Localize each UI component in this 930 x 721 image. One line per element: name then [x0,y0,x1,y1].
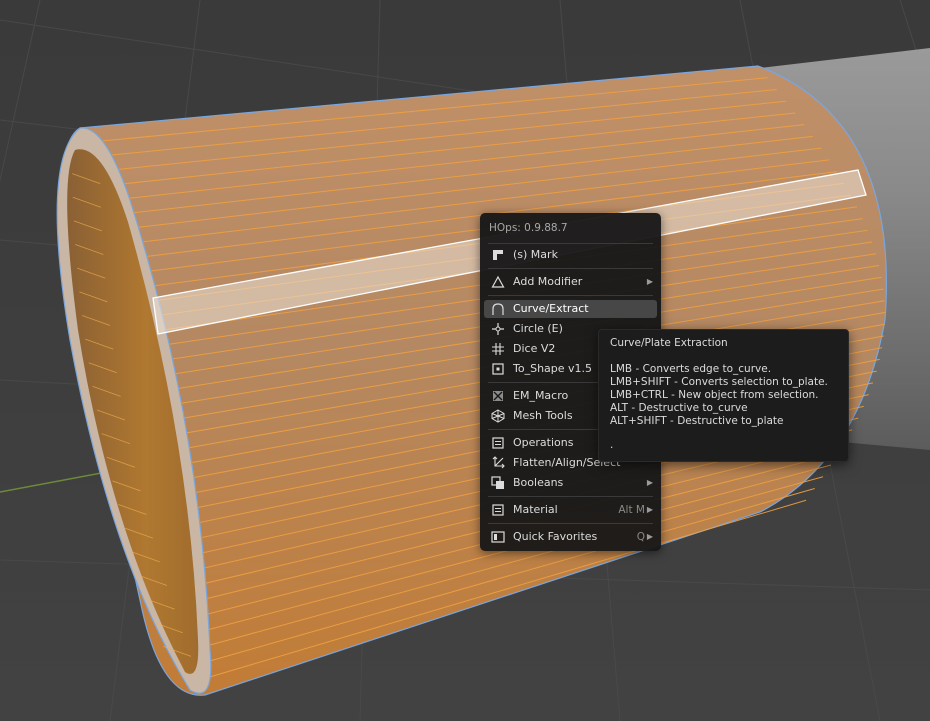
menu-item-label: Add Modifier [513,275,583,288]
operations-icon [491,436,505,450]
menu-item-material[interactable]: Material Alt M ▶ [484,501,657,519]
menu-item-curve-extract[interactable]: Curve/Extract [484,300,657,318]
submenu-arrow-icon: ▶ [646,532,653,541]
material-icon [491,503,505,517]
menu-separator [488,496,653,497]
menu-item-label: Operations [513,436,574,449]
menu-item-booleans[interactable]: Booleans ▶ [484,474,657,492]
tooltip-curve-plate-extraction: Curve/Plate Extraction LMB - Converts ed… [598,329,849,462]
menu-item-label: Circle (E) [513,322,563,335]
menu-item-quick-favorites[interactable]: Quick Favorites Q ▶ [484,528,657,546]
menu-item-label: Material [513,503,558,516]
favorites-icon [491,530,505,544]
menu-item-label: Quick Favorites [513,530,598,543]
menu-item-label: To_Shape v1.5 [513,362,593,375]
menu-item-label: (s) Mark [513,248,558,261]
to-shape-icon [491,362,505,376]
shortcut-hint: Alt M [618,504,645,516]
menu-separator [488,268,653,269]
circle-icon [491,322,505,336]
tooltip-footer: . [610,439,614,451]
menu-item-label: EM_Macro [513,389,569,402]
submenu-arrow-icon: ▶ [646,478,653,487]
menu-separator [488,243,653,244]
curve-icon [491,302,505,316]
mesh-tools-icon [491,409,505,423]
menu-item-add-modifier[interactable]: Add Modifier ▶ [484,273,657,291]
booleans-icon [491,476,505,490]
flatten-icon [491,456,505,470]
menu-item-label: Dice V2 [513,342,556,355]
tooltip-line: LMB+SHIFT - Converts selection to_plate. [610,376,828,388]
dice-grid-icon [491,342,505,356]
mark-icon [491,248,505,262]
menu-separator [488,523,653,524]
menu-separator [488,295,653,296]
submenu-arrow-icon: ▶ [646,505,653,514]
tooltip-line: ALT - Destructive to_curve [610,402,748,414]
tooltip-title: Curve/Plate Extraction [610,337,728,349]
tooltip-line: LMB+CTRL - New object from selection. [610,389,819,401]
shortcut-hint: Q [636,531,645,543]
tooltip-line: LMB - Converts edge to_curve. [610,363,772,375]
submenu-arrow-icon: ▶ [646,277,653,286]
menu-item-label: Curve/Extract [513,302,589,315]
macro-icon [491,389,505,403]
tooltip-line: ALT+SHIFT - Destructive to_plate [610,415,784,427]
menu-header: HOps: 0.9.88.7 [489,222,568,234]
menu-item-label: Mesh Tools [513,409,573,422]
menu-item-mark[interactable]: (s) Mark [484,246,657,264]
menu-item-label: Booleans [513,476,564,489]
modifier-triangle-icon [491,275,505,289]
